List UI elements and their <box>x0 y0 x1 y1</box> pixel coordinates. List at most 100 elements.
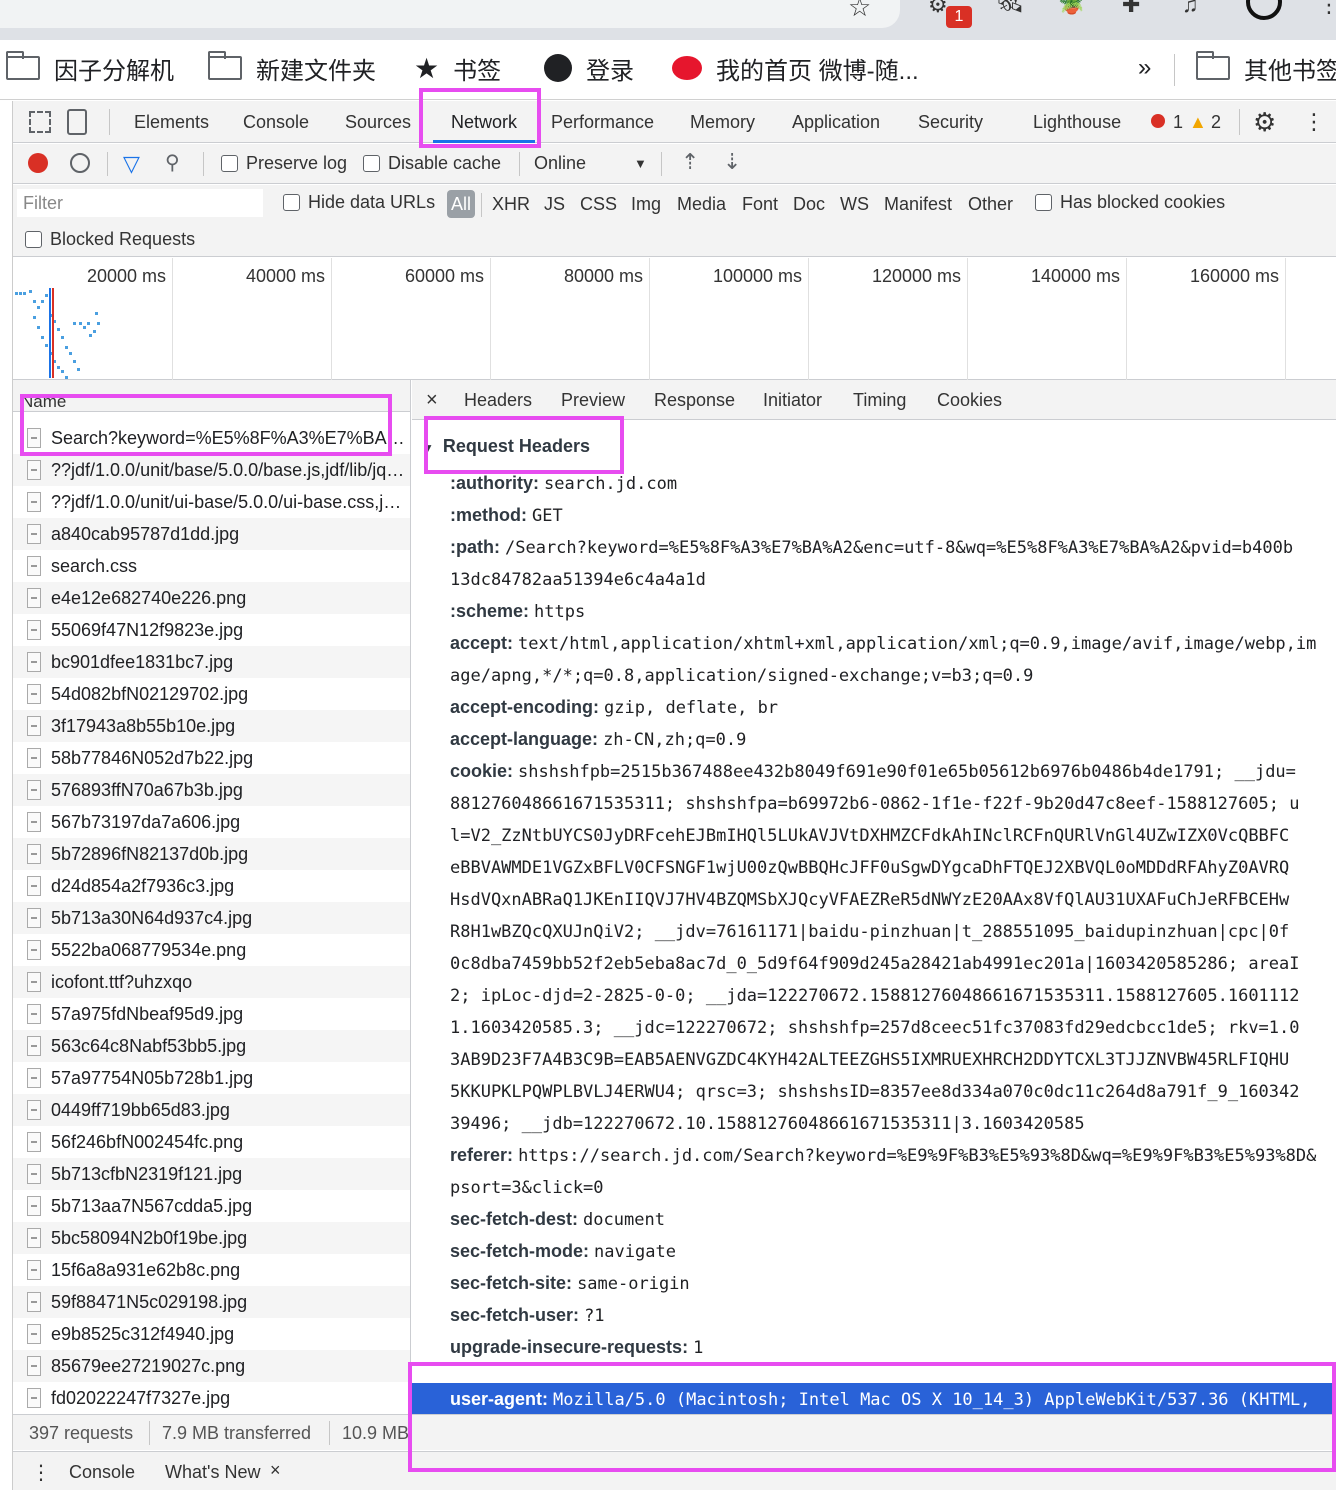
bookmark-item-4[interactable]: 登录 <box>544 52 634 85</box>
tab-preview[interactable]: Preview <box>561 380 625 420</box>
header-line[interactable]: eBBVAWMDE1VGZxBFLV0CFSNGF1wjU00zQwBBQHcJ… <box>450 851 1336 883</box>
header-line[interactable]: user-agent: Mozilla/5.0 (Macintosh; Inte… <box>450 1383 1336 1414</box>
drawer-tab-whats-new[interactable]: What's New <box>165 1462 260 1483</box>
request-row[interactable]: 576893ffN70a67b3b.jpg <box>13 774 410 806</box>
request-row[interactable]: 0449ff719bb65d83.jpg <box>13 1094 410 1126</box>
request-row[interactable]: 563c64c8Nabf53bb5.jpg <box>13 1030 410 1062</box>
tab-security[interactable]: Security <box>918 101 983 143</box>
preserve-log-checkbox[interactable]: Preserve log <box>221 153 347 174</box>
request-row[interactable]: ??jdf/1.0.0/unit/base/5.0.0/base.js,jdf/… <box>13 454 410 486</box>
header-line[interactable]: sec-fetch-user: ?1 <box>450 1299 1336 1331</box>
request-row[interactable]: 59f88471N5c029198.jpg <box>13 1286 410 1318</box>
request-row[interactable]: 85679ee27219027c.png <box>13 1350 410 1382</box>
filter-type-media[interactable]: Media <box>677 194 726 215</box>
throttle-select[interactable]: Online ▼ <box>534 153 647 174</box>
header-line[interactable]: accept-language: zh-CN,zh;q=0.9 <box>450 723 1336 755</box>
more-options-icon[interactable]: ⋮ <box>1303 101 1325 143</box>
tab-response[interactable]: Response <box>654 380 735 420</box>
request-row[interactable]: bc901dfee1831bc7.jpg <box>13 646 410 678</box>
header-line[interactable]: 0c8dba7459bb52f2eb5eba8ac7d_0_5d9f64f909… <box>450 947 1336 979</box>
device-toolbar-icon[interactable] <box>67 109 87 135</box>
request-row[interactable]: e4e12e682740e226.png <box>13 582 410 614</box>
checkbox[interactable] <box>283 194 300 211</box>
filter-type-font[interactable]: Font <box>742 194 778 215</box>
filter-type-css[interactable]: CSS <box>580 194 617 215</box>
disable-cache-checkbox[interactable]: Disable cache <box>363 153 501 174</box>
header-line[interactable]: accept-encoding: gzip, deflate, br <box>450 691 1336 723</box>
filter-icon[interactable]: ▽ <box>123 151 140 177</box>
network-overview-timeline[interactable]: 20000 ms 40000 ms 60000 ms 80000 ms 100000 m… <box>13 258 1336 417</box>
menu-kebab-icon[interactable]: ⋮ <box>1318 0 1336 18</box>
request-row[interactable]: ??jdf/1.0.0/unit/ui-base/5.0.0/ui-base.c… <box>13 486 410 518</box>
inspect-element-icon[interactable] <box>29 111 51 133</box>
request-row[interactable]: 15f6a8a931e62b8c.png <box>13 1254 410 1286</box>
header-line[interactable]: sec-fetch-site: same-origin <box>450 1267 1336 1299</box>
tab-application[interactable]: Application <box>792 101 880 143</box>
checkbox[interactable] <box>25 231 42 248</box>
bookmark-folder-1[interactable]: 因子分解机 <box>6 51 174 85</box>
filter-type-other[interactable]: Other <box>968 194 1013 215</box>
request-row[interactable]: 57a97754N05b728b1.jpg <box>13 1062 410 1094</box>
request-row[interactable]: search.css <box>13 550 410 582</box>
request-row[interactable]: d24d854a2f7936c3.jpg <box>13 870 410 902</box>
import-har-icon[interactable]: ⇡ <box>681 149 699 175</box>
filter-type-img[interactable]: Img <box>631 194 661 215</box>
header-line[interactable]: accept: text/html,application/xhtml+xml,… <box>450 627 1336 659</box>
filter-input[interactable]: Filter <box>17 189 263 217</box>
extension-icon[interactable]: ⚙ <box>928 0 948 18</box>
request-row[interactable]: e9b8525c312f4940.jpg <box>13 1318 410 1350</box>
request-row[interactable]: icofont.ttf?uhzxqo <box>13 966 410 998</box>
record-icon[interactable] <box>28 153 48 173</box>
header-line[interactable]: R8H1wBZQcQXUJnQiV2; __jdv=76161171|baidu… <box>450 915 1336 947</box>
header-line[interactable]: 5KKUPKLPQWPLBVLJ4ERWU4; qrsc=3; shshshsI… <box>450 1075 1336 1107</box>
puzzle-icon[interactable]: ✚ <box>1122 0 1140 18</box>
bookmark-folder-other[interactable]: 其他书签 <box>1196 51 1336 85</box>
blocked-requests-checkbox[interactable]: Blocked Requests <box>25 229 195 250</box>
request-row[interactable]: 5b713aa7N567cdda5.jpg <box>13 1190 410 1222</box>
column-header-name[interactable]: Name <box>13 380 410 412</box>
request-row[interactable]: 5b713a30N64d937c4.jpg <box>13 902 410 934</box>
checkbox[interactable] <box>363 155 380 172</box>
bookmark-item-3[interactable]: ★ 书签 <box>414 52 501 85</box>
tab-timing[interactable]: Timing <box>853 380 906 420</box>
header-line[interactable]: psort=3&click=0 <box>450 1171 1336 1203</box>
request-row[interactable]: a840cab95787d1dd.jpg <box>13 518 410 550</box>
drawer-tab-console[interactable]: Console <box>69 1462 135 1483</box>
error-count[interactable]: 1 <box>1173 101 1183 143</box>
close-icon[interactable]: × <box>270 1460 281 1481</box>
star-bookmark-icon[interactable]: ☆ <box>848 0 871 20</box>
header-line[interactable]: :method: GET <box>450 499 1336 531</box>
header-line[interactable]: :path: /Search?keyword=%E5%8F%A3%E7%BA%A… <box>450 531 1336 563</box>
tab-cookies[interactable]: Cookies <box>937 380 1002 420</box>
header-line[interactable]: 3AB9D23F7A4B3C9B=EAB5AENVGZDC4KYH42ALTEE… <box>450 1043 1336 1075</box>
tab-memory[interactable]: Memory <box>690 101 755 143</box>
checkbox[interactable] <box>221 155 238 172</box>
filter-type-xhr[interactable]: XHR <box>492 194 530 215</box>
header-line[interactable]: upgrade-insecure-requests: 1 <box>450 1331 1336 1363</box>
tab-sources[interactable]: Sources <box>345 101 411 143</box>
filter-type-doc[interactable]: Doc <box>793 194 825 215</box>
tab-initiator[interactable]: Initiator <box>763 380 822 420</box>
request-row[interactable]: fd02022247f7327e.jpg <box>13 1382 410 1414</box>
hide-data-urls-checkbox[interactable]: Hide data URLs <box>283 192 435 213</box>
header-line[interactable]: :authority: search.jd.com <box>450 467 1336 499</box>
tab-headers[interactable]: Headers <box>464 380 533 420</box>
request-row[interactable]: 57a975fdNbeaf95d9.jpg <box>13 998 410 1030</box>
address-bar[interactable] <box>0 0 900 28</box>
header-line[interactable]: sec-fetch-dest: document <box>450 1203 1336 1235</box>
header-line[interactable]: sec-fetch-mode: navigate <box>450 1235 1336 1267</box>
checkbox[interactable] <box>1035 194 1052 211</box>
filter-type-manifest[interactable]: Manifest <box>884 194 952 215</box>
plant-extension-icon[interactable]: 🪴 <box>1058 0 1085 16</box>
request-row[interactable]: 567b73197da7a606.jpg <box>13 806 410 838</box>
filter-type-all[interactable]: All <box>447 190 476 218</box>
request-row[interactable]: 56f246bfN002454fc.png <box>13 1126 410 1158</box>
profile-avatar-icon[interactable] <box>1246 0 1282 20</box>
header-line[interactable]: l=V2_ZzNtbUYCS0JyDRFcehEJBmIHQl5LUkAVJVt… <box>450 819 1336 851</box>
tab-elements[interactable]: Elements <box>134 101 209 143</box>
request-row[interactable]: Search?keyword=%E5%8F%A3%E7%BA%A2&enc=ut… <box>13 422 410 454</box>
request-row[interactable]: 54d082bfN02129702.jpg <box>13 678 410 710</box>
header-line[interactable]: 39496; __jdb=122270672.10.15881276048661… <box>450 1107 1336 1139</box>
request-row[interactable]: 55069f47N12f9823e.jpg <box>13 614 410 646</box>
gear-icon[interactable]: ⚙ <box>1253 101 1276 143</box>
